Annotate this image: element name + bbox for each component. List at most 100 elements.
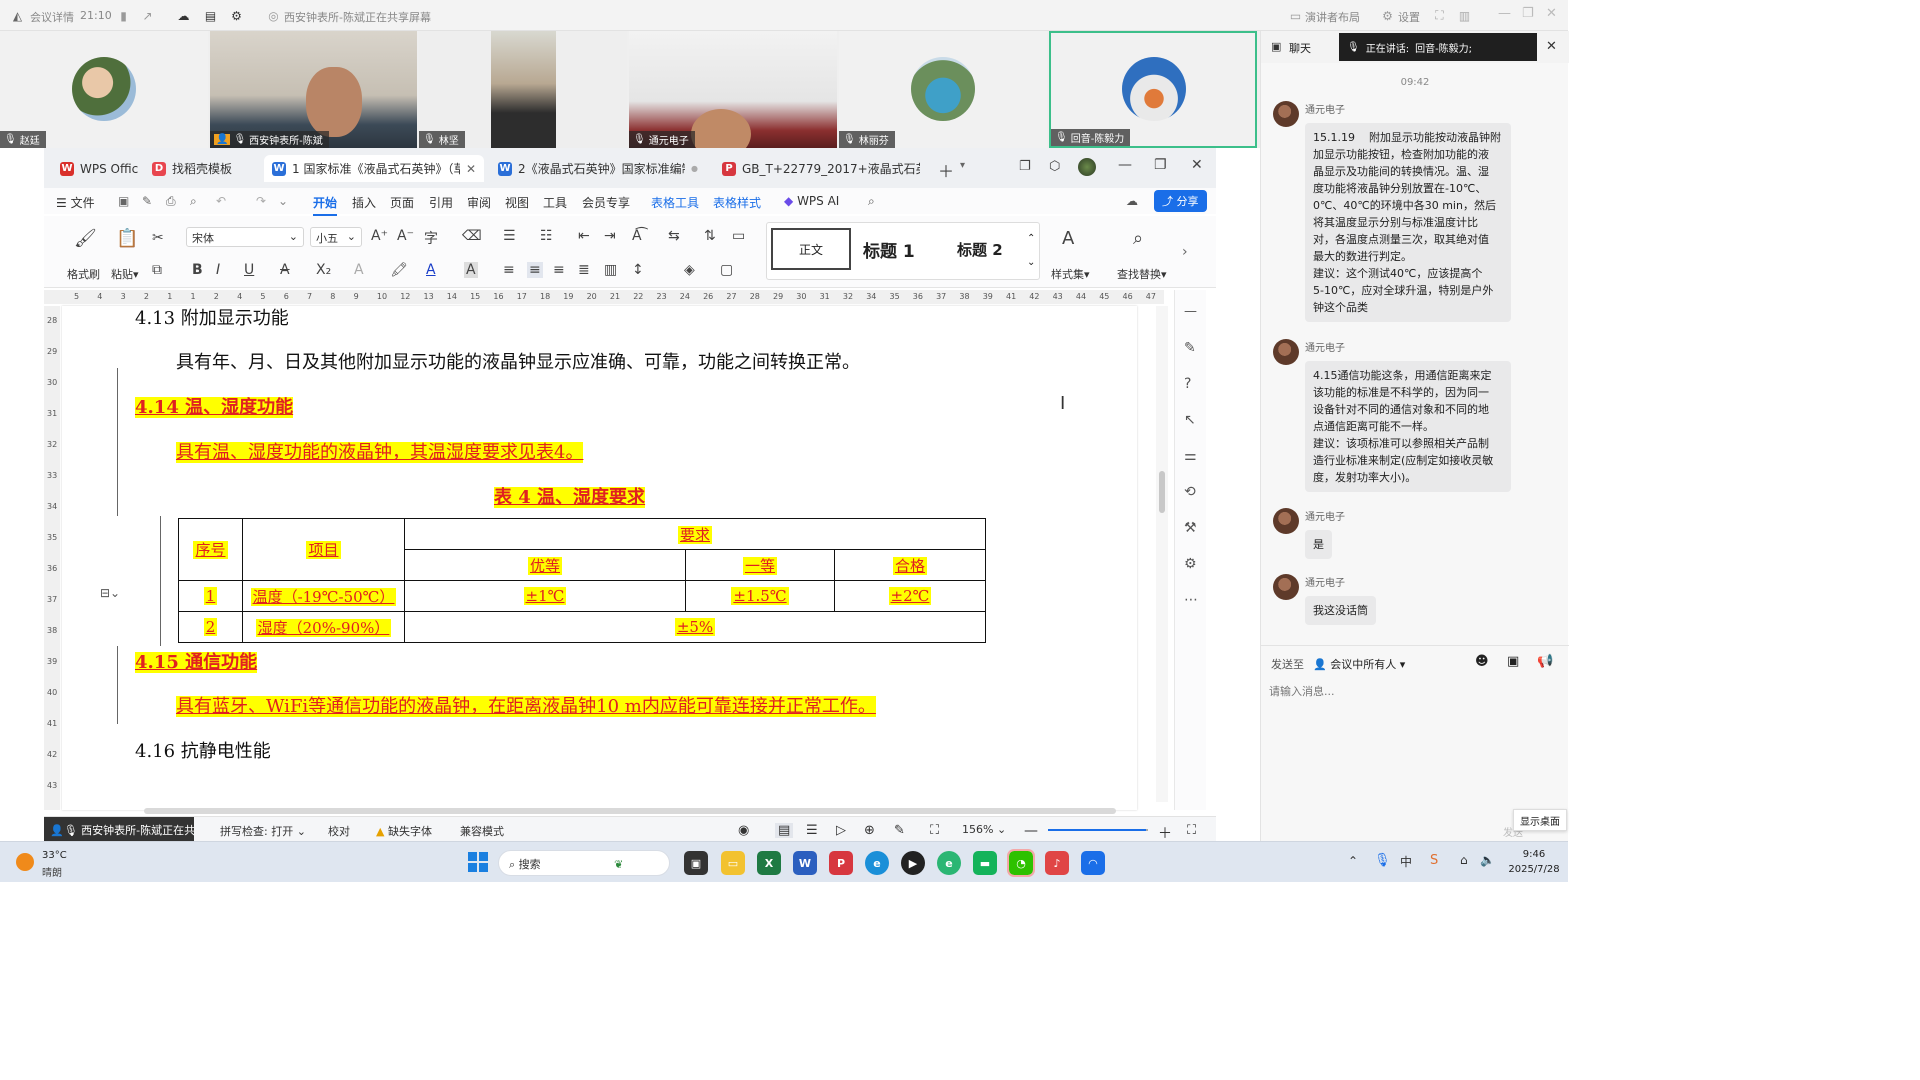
cut-icon[interactable]: ✂ <box>152 230 164 246</box>
horizontal-scrollbar[interactable] <box>144 808 1116 814</box>
close-icon[interactable]: ✕ <box>1546 6 1557 21</box>
highlight-icon[interactable]: 🖍 <box>390 262 408 278</box>
pen-mode-icon[interactable]: ✎ <box>894 823 905 838</box>
video-tile[interactable]: 🎙 赵廷 <box>0 31 208 148</box>
search-icon[interactable]: ⌕ <box>868 194 875 209</box>
tools-icon[interactable]: ⚒ <box>1184 520 1197 536</box>
help-icon[interactable]: ? <box>1184 376 1191 392</box>
copy-icon[interactable]: ⧉ <box>152 262 162 278</box>
sidebar-toggle-icon[interactable]: ▥ <box>1457 8 1472 23</box>
text-effect-icon[interactable]: A <box>354 262 364 278</box>
outline-view-icon[interactable]: ☰ <box>806 823 818 838</box>
decrease-indent-icon[interactable]: ⇤ <box>578 228 590 244</box>
undo-icon[interactable]: ↶ <box>216 194 226 208</box>
close-tab-icon[interactable]: ✕ <box>466 162 476 176</box>
fullscreen-icon[interactable]: ⛶ <box>1187 823 1196 838</box>
video-tile[interactable]: 🎙 林丽芬 <box>839 31 1047 148</box>
wps-tray-icon[interactable]: S <box>1430 853 1438 868</box>
cube-icon[interactable]: ⬡ <box>1049 159 1060 174</box>
zoom-select[interactable]: 156% ⌄ <box>962 823 1006 836</box>
minimize-icon[interactable]: — <box>1118 157 1132 173</box>
gift-icon[interactable]: ⚙ <box>1184 556 1197 572</box>
tab-template[interactable]: D 找稻壳模板 <box>144 155 256 182</box>
redo-icon[interactable]: ↷ <box>256 194 266 208</box>
menu-home[interactable]: 开始 <box>313 194 338 216</box>
new-tab-icon[interactable]: ＋ <box>938 158 954 182</box>
bold-icon[interactable]: B <box>192 262 203 278</box>
tab-pdf[interactable]: PGB_T+22779_2017+液晶式石英钟.p <box>714 155 930 182</box>
align-center-icon[interactable]: ≡ <box>527 262 543 278</box>
clear-format-icon[interactable]: ⌫ <box>462 228 482 244</box>
announce-icon[interactable]: 📢 <box>1537 654 1553 669</box>
maximize-icon[interactable]: ❐ <box>1154 157 1167 173</box>
spell-check-toggle[interactable]: 拼写检查: 打开 ⌄ <box>220 823 306 839</box>
tray-expand-icon[interactable]: ⌃ <box>1348 854 1358 868</box>
proofread-button[interactable]: 校对 <box>328 823 350 839</box>
paste-button[interactable]: 粘贴▾ <box>111 266 139 282</box>
fullscreen-icon[interactable]: ⛶ <box>1432 8 1447 23</box>
video-tile[interactable]: 👤 🎙 西安钟表所-陈斌 <box>210 31 417 148</box>
vertical-ruler[interactable]: 28 29 30 31 32 33 34 35 36 37 38 39 40 41 42 43 <box>44 306 60 810</box>
menu-references[interactable]: 引用 <box>429 194 453 211</box>
grow-font-icon[interactable]: A⁺ <box>371 228 388 244</box>
video-tile-active-speaker[interactable]: 🎙 回音-陈毅力 <box>1049 31 1257 148</box>
scroll-down-icon[interactable]: ⌄ <box>1027 257 1035 268</box>
clock-time[interactable]: 9:46 <box>1508 849 1560 860</box>
menu-page[interactable]: 页面 <box>390 194 414 211</box>
print-preview-icon[interactable]: ⌕ <box>190 194 197 209</box>
close-icon[interactable]: ✕ <box>1191 157 1203 173</box>
bullets-icon[interactable]: ☰ <box>503 228 516 244</box>
menu-view[interactable]: 视图 <box>505 194 529 211</box>
translate-icon[interactable]: ⟲ <box>1184 484 1196 500</box>
wechat-icon[interactable]: ◔ <box>1007 849 1035 877</box>
scrollbar-thumb[interactable] <box>1159 471 1165 513</box>
page-view-icon[interactable]: ▤ <box>775 823 794 838</box>
line-spacing-icon[interactable]: ↕ <box>632 262 644 278</box>
document-icon[interactable]: ▤ <box>203 8 218 23</box>
paste-icon[interactable]: 📋 <box>116 228 138 249</box>
save-icon[interactable]: ▣ <box>118 194 129 208</box>
underline-icon[interactable]: U <box>244 262 254 278</box>
pen-icon[interactable]: ✎ <box>1184 340 1196 356</box>
menu-wps-ai[interactable]: ◆ WPS AI <box>784 194 839 208</box>
user-avatar[interactable] <box>1078 158 1096 176</box>
ribbon-expand-icon[interactable]: › <box>1182 244 1188 260</box>
cloud-sync-icon[interactable]: ☁ <box>1126 194 1138 208</box>
italic-icon[interactable]: I <box>216 262 220 278</box>
strikethrough-icon[interactable]: A <box>280 262 290 278</box>
table-handle-icon[interactable]: ⊟⌄ <box>100 586 120 600</box>
align-left-icon[interactable]: ≡ <box>503 262 515 278</box>
taskbar-search[interactable]: ⌕ 搜索 ❦ <box>498 850 670 876</box>
style-normal[interactable]: 正文 <box>771 228 851 270</box>
minimize-icon[interactable]: — <box>1498 6 1511 21</box>
menu-file[interactable]: ☰ 文件 <box>56 194 95 211</box>
video-tile[interactable]: 🎙 林坚 <box>419 31 627 148</box>
vertical-scrollbar[interactable] <box>1156 306 1168 802</box>
borders-icon[interactable]: ▢ <box>720 262 733 278</box>
settings-icon[interactable]: ⚙ <box>1380 8 1395 23</box>
menu-member[interactable]: 会员专享 <box>582 194 630 211</box>
font-family-select[interactable]: 宋体 ⌄ <box>186 227 304 247</box>
menu-table-tools[interactable]: 表格工具 <box>651 194 699 211</box>
recipient-selector[interactable]: 👤 会议中所有人 ▾ <box>1313 656 1405 672</box>
scroll-up-icon[interactable]: ⌃ <box>1027 233 1035 244</box>
file-explorer-icon[interactable]: ▭ <box>721 851 745 875</box>
popout-icon[interactable]: ↗ <box>140 8 155 23</box>
cloud-icon[interactable]: ☁ <box>176 8 191 23</box>
settings-button[interactable]: 设置 <box>1398 9 1420 25</box>
find-icon[interactable]: ⌕ <box>1133 228 1143 249</box>
close-chat-icon[interactable]: ✕ <box>1546 39 1557 54</box>
style-heading-2[interactable]: 标题 2 <box>957 239 1003 260</box>
weather-desc[interactable]: 晴朗 <box>42 864 62 879</box>
emoji-icon[interactable]: ☻ <box>1475 654 1489 669</box>
distribute-icon[interactable]: ▥ <box>604 262 617 278</box>
increase-indent-icon[interactable]: ⇥ <box>604 228 616 244</box>
more-options-icon[interactable]: ⋯ <box>1184 592 1198 608</box>
subscript-icon[interactable]: X₂ <box>316 262 331 278</box>
eye-icon[interactable]: ◉ <box>738 823 749 838</box>
menu-review[interactable]: 审阅 <box>467 194 491 211</box>
restore-icon[interactable]: ❐ <box>1522 6 1534 21</box>
zoom-slider[interactable] <box>1048 829 1148 831</box>
horizontal-ruler[interactable]: 5 4 3 2 1 1 2 4 5 6 7 8 9 10 12 13 14 15 16 17 18 19 20 21 22 23 2… <box>44 290 1164 304</box>
more-icon[interactable]: ⌄ <box>278 194 288 208</box>
